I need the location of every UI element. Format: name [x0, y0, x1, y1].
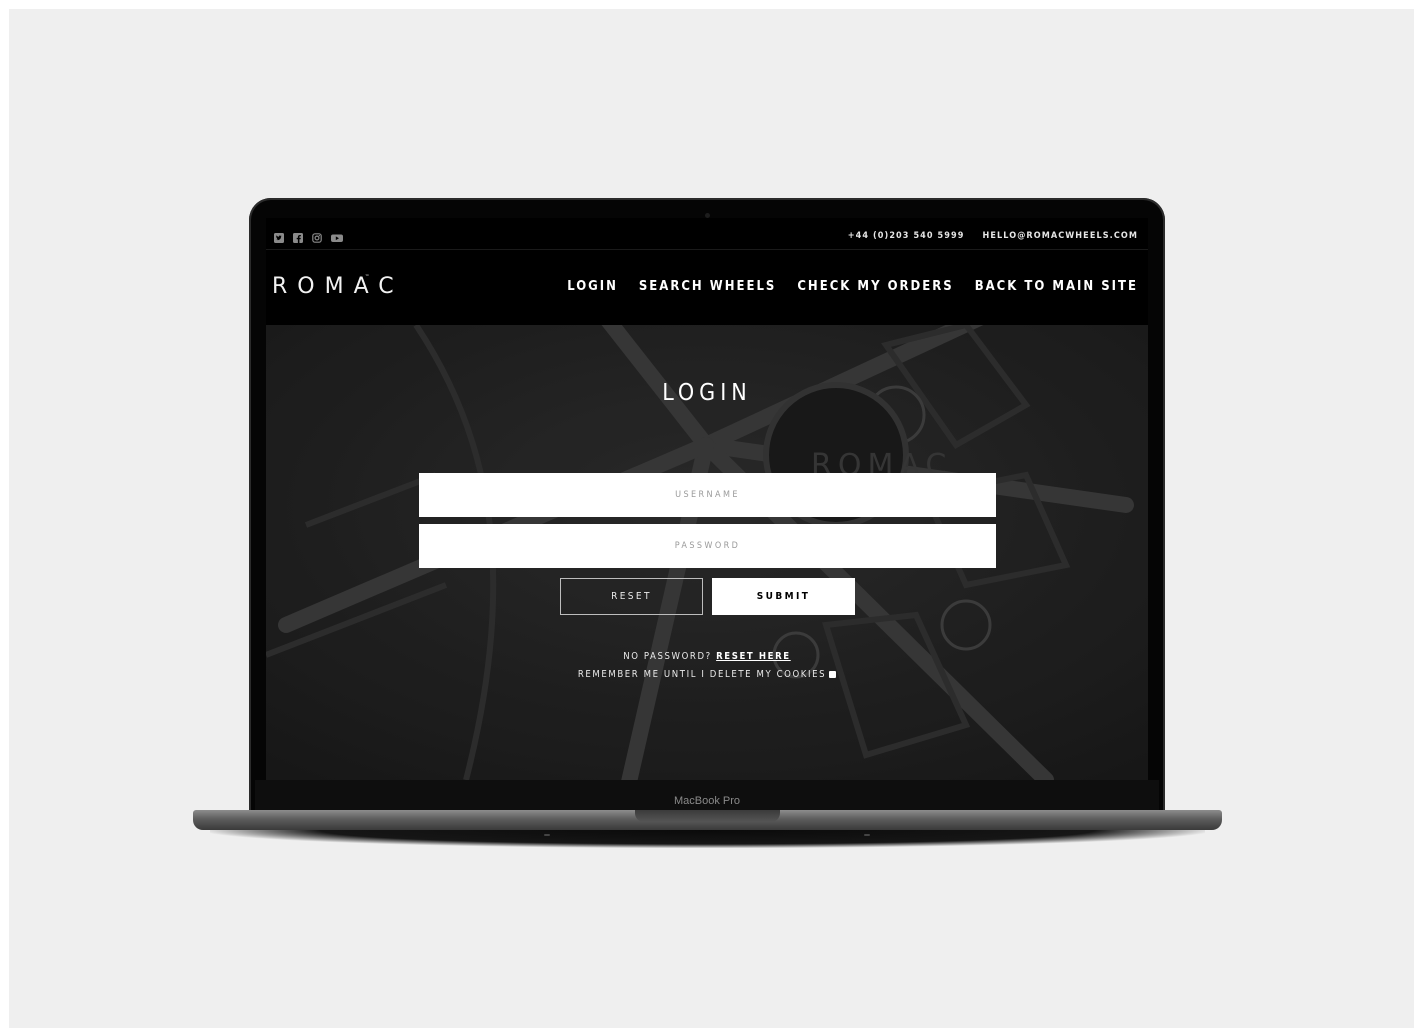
username-input[interactable] — [419, 473, 996, 517]
trademark-mark: ™ — [365, 274, 370, 280]
login-title: LOGIN — [662, 380, 752, 406]
forgot-password-row: NO PASSWORD? RESET HERE — [266, 651, 1148, 662]
top-bar: +44 (0)203 540 5999 HELLO@ROMACWHEELS.CO… — [266, 218, 1148, 250]
email-address[interactable]: HELLO@ROMACWHEELS.COM — [983, 231, 1139, 241]
laptop-foot — [864, 834, 870, 836]
romac-logo[interactable]: ROMAC — [272, 274, 404, 299]
remember-me-label: REMEMBER ME UNTIL I DELETE MY COOKIES — [577, 669, 827, 680]
login-hero: ROMAC LOGIN RESET SUBMIT NO PASSWORD? RE… — [266, 325, 1148, 780]
no-password-text: NO PASSWORD? — [623, 651, 712, 662]
laptop-shadow — [210, 830, 1205, 848]
device-label: MacBook Pro — [673, 795, 741, 807]
laptop-screen: +44 (0)203 540 5999 HELLO@ROMACWHEELS.CO… — [266, 218, 1148, 780]
nav-login[interactable]: LOGIN — [567, 279, 618, 294]
reset-password-link[interactable]: RESET HERE — [716, 651, 791, 662]
nav-check-my-orders[interactable]: CHECK MY ORDERS — [797, 279, 953, 294]
remember-me-row: REMEMBER ME UNTIL I DELETE MY COOKIES — [266, 669, 1148, 680]
password-input[interactable] — [419, 524, 996, 568]
laptop-foot — [544, 834, 550, 836]
reset-button[interactable]: RESET — [560, 578, 703, 615]
phone-number[interactable]: +44 (0)203 540 5999 — [848, 231, 965, 241]
nav-search-wheels[interactable]: SEARCH WHEELS — [639, 279, 776, 294]
remember-me-checkbox[interactable] — [829, 671, 837, 678]
laptop-notch — [635, 810, 780, 822]
submit-button[interactable]: SUBMIT — [712, 578, 855, 615]
nav-back-to-main-site[interactable]: BACK TO MAIN SITE — [975, 279, 1138, 294]
instagram-icon[interactable] — [312, 233, 322, 243]
social-links — [274, 233, 343, 243]
facebook-icon[interactable] — [293, 233, 303, 243]
contact-info: +44 (0)203 540 5999 HELLO@ROMACWHEELS.CO… — [848, 231, 1138, 241]
main-nav: LOGIN SEARCH WHEELS CHECK MY ORDERS BACK… — [567, 279, 1138, 294]
youtube-icon[interactable] — [331, 233, 343, 243]
twitter-icon[interactable] — [274, 233, 284, 243]
